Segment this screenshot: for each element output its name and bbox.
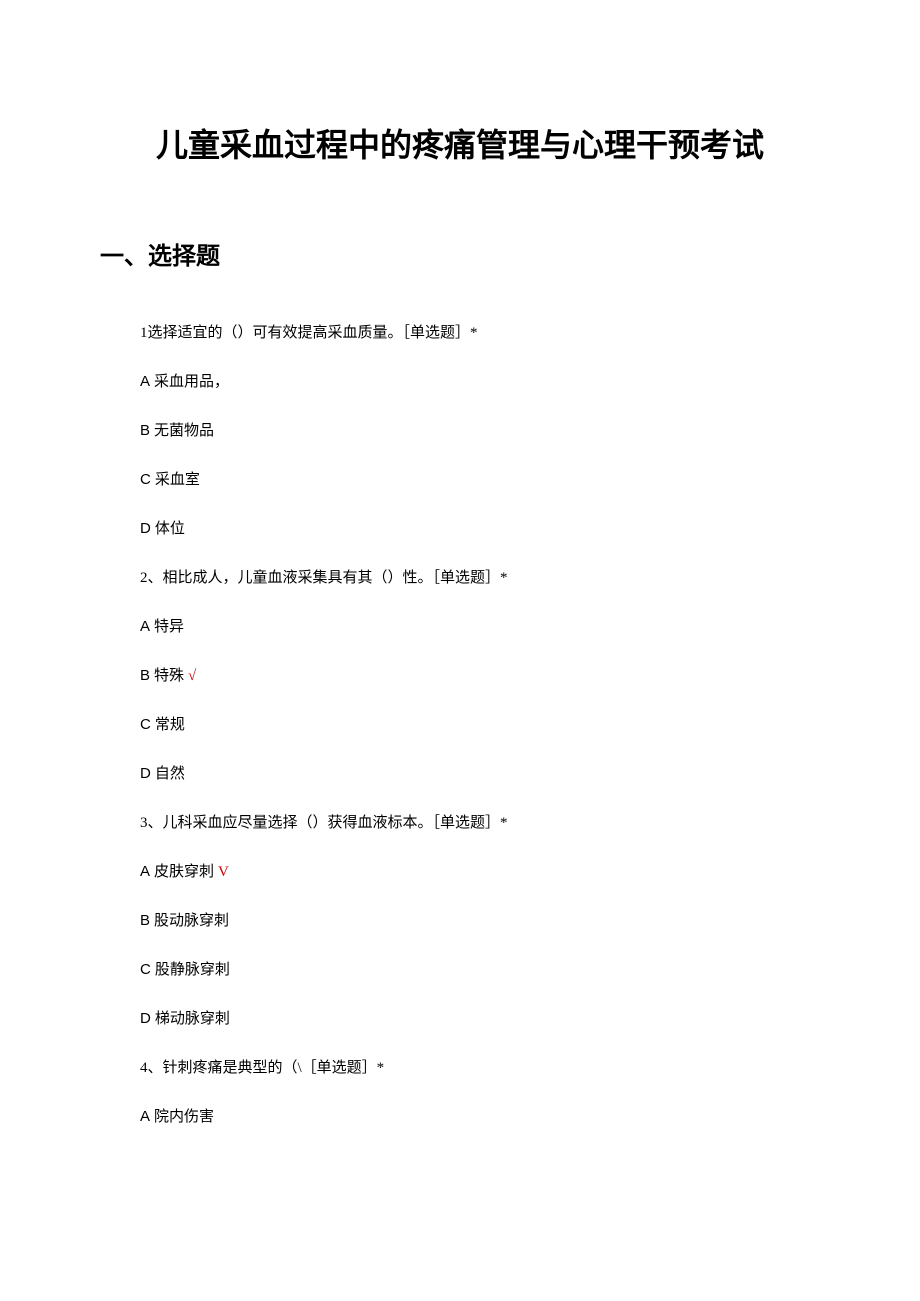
option-text: 皮肤穿刺 (154, 864, 214, 880)
section-heading: 一、选择题 (100, 236, 820, 271)
option-label: A (140, 618, 150, 635)
question-stem: 儿科采血应尽量选择（）获得血液标本。［单选题］* (163, 815, 508, 831)
question-text: 2、相比成人，儿童血液采集具有其（）性。［单选题］* (140, 566, 820, 587)
option-label: D (140, 1010, 151, 1027)
option-text: 特异 (154, 619, 184, 635)
option-label: B (140, 667, 150, 684)
option: A皮肤穿刺V (140, 860, 820, 881)
option: A采血用品， (140, 370, 820, 391)
option: D自然 (140, 762, 820, 783)
option-label: D (140, 765, 151, 782)
option: A院内伤害 (140, 1105, 820, 1126)
option-text: 梯动脉穿刺 (155, 1011, 230, 1027)
question-list: 1选择适宜的（）可有效提高采血质量。［单选题］* A采血用品， B无菌物品 C采… (140, 321, 820, 1126)
option-label: C (140, 471, 151, 488)
option: B无菌物品 (140, 419, 820, 440)
option: B特殊√ (140, 664, 820, 685)
question-number: 3、 (140, 815, 163, 831)
option-text: 常规 (155, 717, 185, 733)
option: C采血室 (140, 468, 820, 489)
option-text: 股动脉穿刺 (154, 913, 229, 929)
option-text: 体位 (155, 521, 185, 537)
question-number: 1 (140, 325, 148, 341)
option: D梯动脉穿刺 (140, 1007, 820, 1028)
option-text: 股静脉穿刺 (155, 962, 230, 978)
option-text: 采血室 (155, 472, 200, 488)
option-label: A (140, 863, 150, 880)
question-stem: 针刺疼痛是典型的（\［单选题］* (163, 1060, 385, 1076)
question-number: 4、 (140, 1060, 163, 1076)
question-stem: 相比成人，儿童血液采集具有其（）性。［单选题］* (163, 570, 508, 586)
correct-mark-icon: √ (188, 668, 196, 684)
option: C股静脉穿刺 (140, 958, 820, 979)
option-text: 无菌物品 (154, 423, 214, 439)
exam-title: 儿童采血过程中的疼痛管理与心理干预考试 (100, 120, 820, 166)
option-label: C (140, 716, 151, 733)
option-text: 院内伤害 (154, 1109, 214, 1125)
question-text: 1选择适宜的（）可有效提高采血质量。［单选题］* (140, 321, 820, 342)
option-label: B (140, 912, 150, 929)
option-label: B (140, 422, 150, 439)
option-text: 采血用品， (154, 374, 229, 390)
option: A特异 (140, 615, 820, 636)
option: B股动脉穿刺 (140, 909, 820, 930)
option-text: 自然 (155, 766, 185, 782)
question-number: 2、 (140, 570, 163, 586)
option-label: A (140, 373, 150, 390)
option-label: D (140, 520, 151, 537)
option: C常规 (140, 713, 820, 734)
question-text: 4、针刺疼痛是典型的（\［单选题］* (140, 1056, 820, 1077)
option-label: C (140, 961, 151, 978)
option: D体位 (140, 517, 820, 538)
option-text: 特殊 (154, 668, 184, 684)
option-label: A (140, 1108, 150, 1125)
question-stem: 选择适宜的（）可有效提高采血质量。［单选题］* (148, 325, 478, 341)
correct-mark-icon: V (218, 864, 229, 880)
question-text: 3、儿科采血应尽量选择（）获得血液标本。［单选题］* (140, 811, 820, 832)
